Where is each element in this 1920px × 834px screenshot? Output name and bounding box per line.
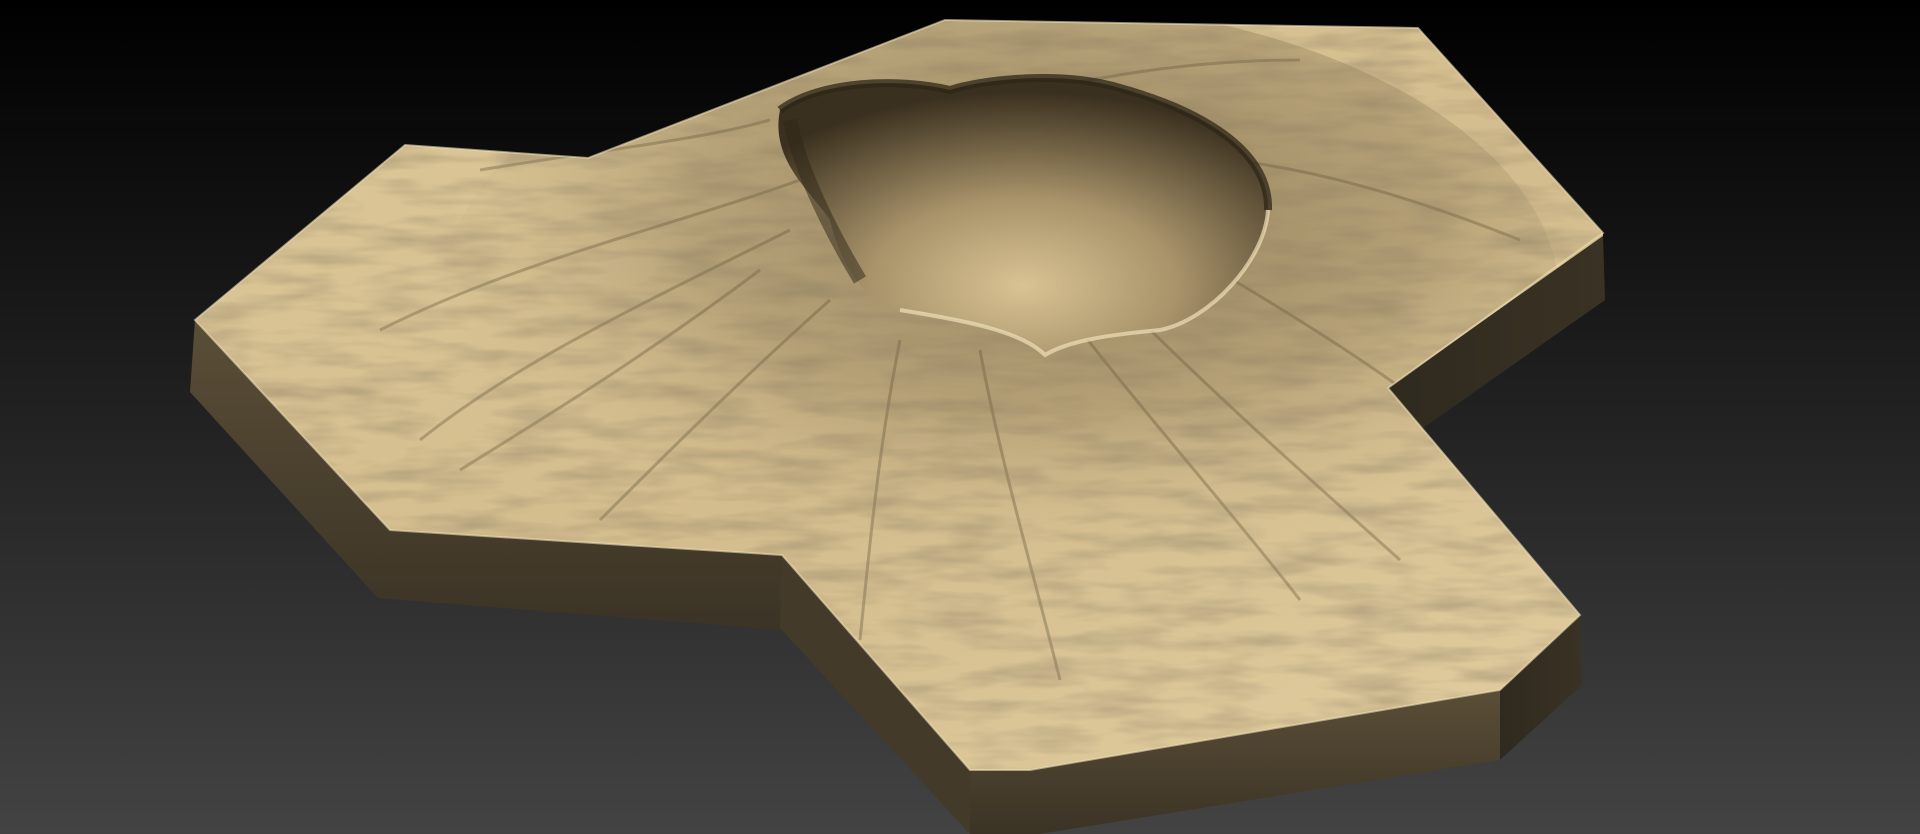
volcano-render-scene	[0, 0, 1920, 834]
render-viewport	[0, 0, 1920, 834]
